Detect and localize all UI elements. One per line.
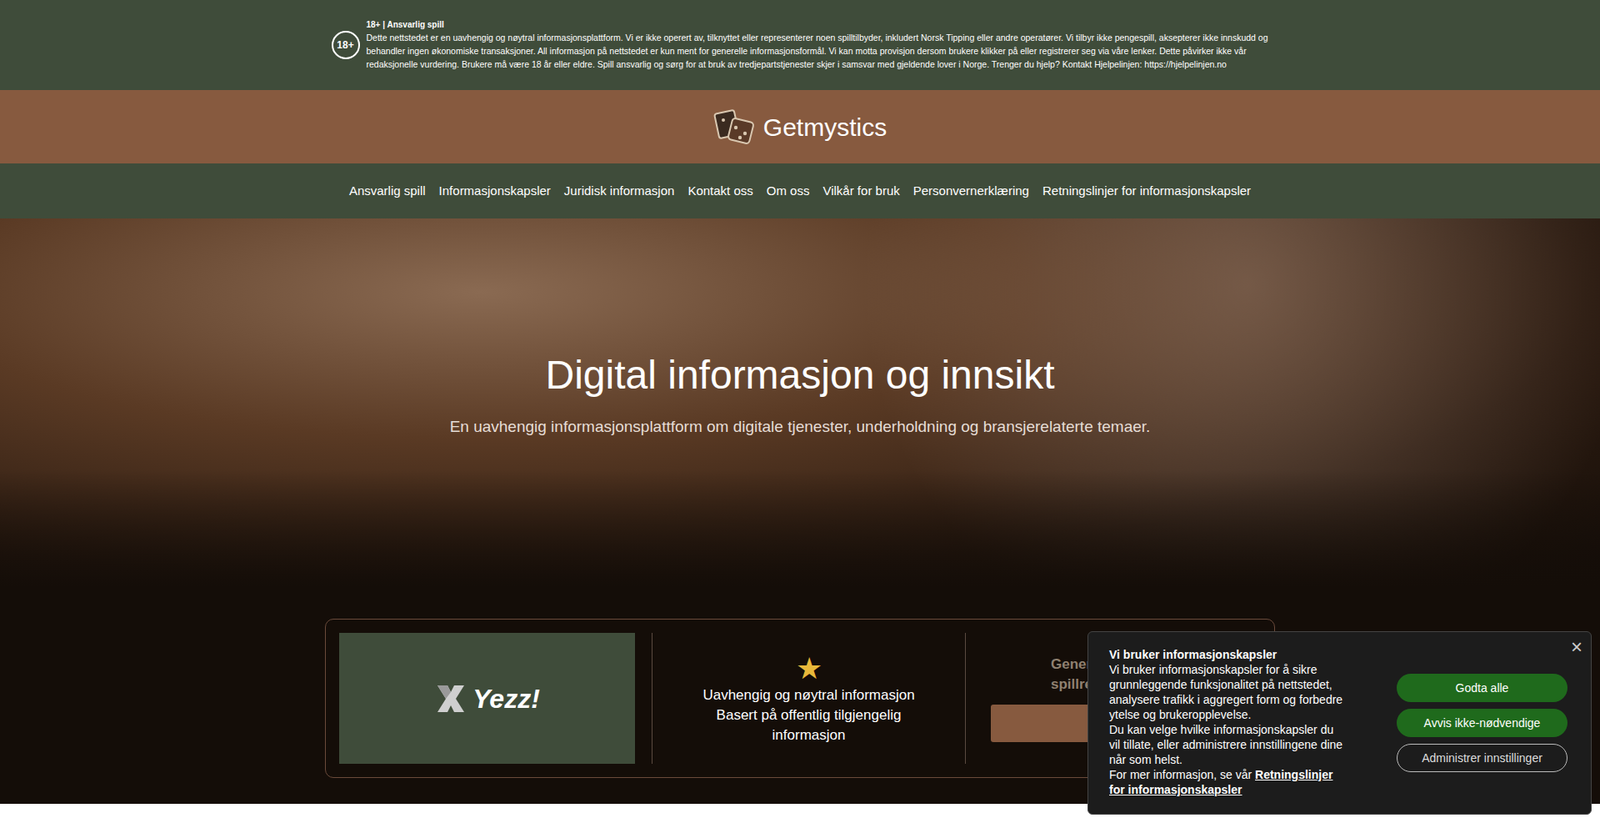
nav-link[interactable]: Retningslinjer for informasjonskapsler xyxy=(1042,181,1251,201)
dice-logo-icon xyxy=(713,105,757,149)
hero: Digital informasjon og innsikt En uavheng… xyxy=(0,218,1600,587)
info-column: ★Uavhengig og nøytral informasjonBasert … xyxy=(669,632,949,764)
page: 18+ 18+ | Ansvarlig spillDette nettstedet… xyxy=(0,0,1600,828)
hero-fade xyxy=(0,470,1600,587)
cookie-policy-link[interactable]: Retningslinjer for informasjonskapsler xyxy=(1109,767,1333,796)
cookie-text: Du kan velge hvilke informasjonskapsler … xyxy=(1109,721,1347,767)
nav-link[interactable]: Vilkår for bruk xyxy=(822,181,900,201)
hero-title: Digital informasjon og innsikt xyxy=(545,350,1055,400)
nav-link[interactable]: Om oss xyxy=(766,181,810,201)
yezz-mark-icon xyxy=(434,681,468,715)
divider xyxy=(651,632,653,764)
cookie-text: Vi bruker informasjonskapsler for å sikr… xyxy=(1109,661,1347,722)
disclaimer-text: Dette nettstedet er en uavhengig og nøyt… xyxy=(366,30,1270,71)
cookie-button[interactable]: Godta alle xyxy=(1396,673,1568,702)
main-nav: Ansvarlig spill Informasjonskapsler Juridi… xyxy=(0,163,1600,219)
info-line: informasjon xyxy=(772,725,846,745)
disclaimer-title: 18+ | Ansvarlig spill xyxy=(366,19,1270,31)
hero-subtitle: En uavhengig informasjonsplattform om di… xyxy=(450,415,1151,440)
brand-logo-box[interactable]: Yezz! xyxy=(339,632,635,764)
nav-link[interactable]: Informasjonskapsler xyxy=(439,181,551,201)
disclaimer-bar: 18+ 18+ | Ansvarlig spillDette nettstedet… xyxy=(0,0,1600,90)
divider xyxy=(965,632,966,764)
star-icon: ★ xyxy=(795,651,823,685)
nav-link[interactable]: Juridisk informasjon xyxy=(564,181,675,201)
nav-link[interactable]: Kontakt oss xyxy=(687,181,753,201)
cookie-more: For mer informasjon, se vår Retningslinj… xyxy=(1109,766,1347,797)
close-button[interactable]: × xyxy=(1570,635,1583,659)
nav-link[interactable]: Personvernerklæring xyxy=(913,181,1030,201)
cookie-button[interactable]: Administrer innstillinger xyxy=(1396,743,1568,772)
brand-name: Yezz! xyxy=(472,678,540,719)
nav-link[interactable]: Ansvarlig spill xyxy=(349,181,426,201)
cookie-banner: × Vi bruker informasjonskapslerVi bruker … xyxy=(1087,630,1592,815)
info-line: Uavhengig og nøytral informasjon xyxy=(702,685,915,705)
age-badge: 18+ xyxy=(331,30,360,60)
info-line: Basert på offentlig tilgjengelig xyxy=(716,705,902,725)
cookie-title: Vi bruker informasjonskapsler xyxy=(1109,646,1347,662)
cookie-button[interactable]: Avvis ikke-nødvendige xyxy=(1396,708,1568,737)
header: Getmystics xyxy=(0,90,1600,164)
site-logo[interactable]: Getmystics xyxy=(763,108,887,146)
